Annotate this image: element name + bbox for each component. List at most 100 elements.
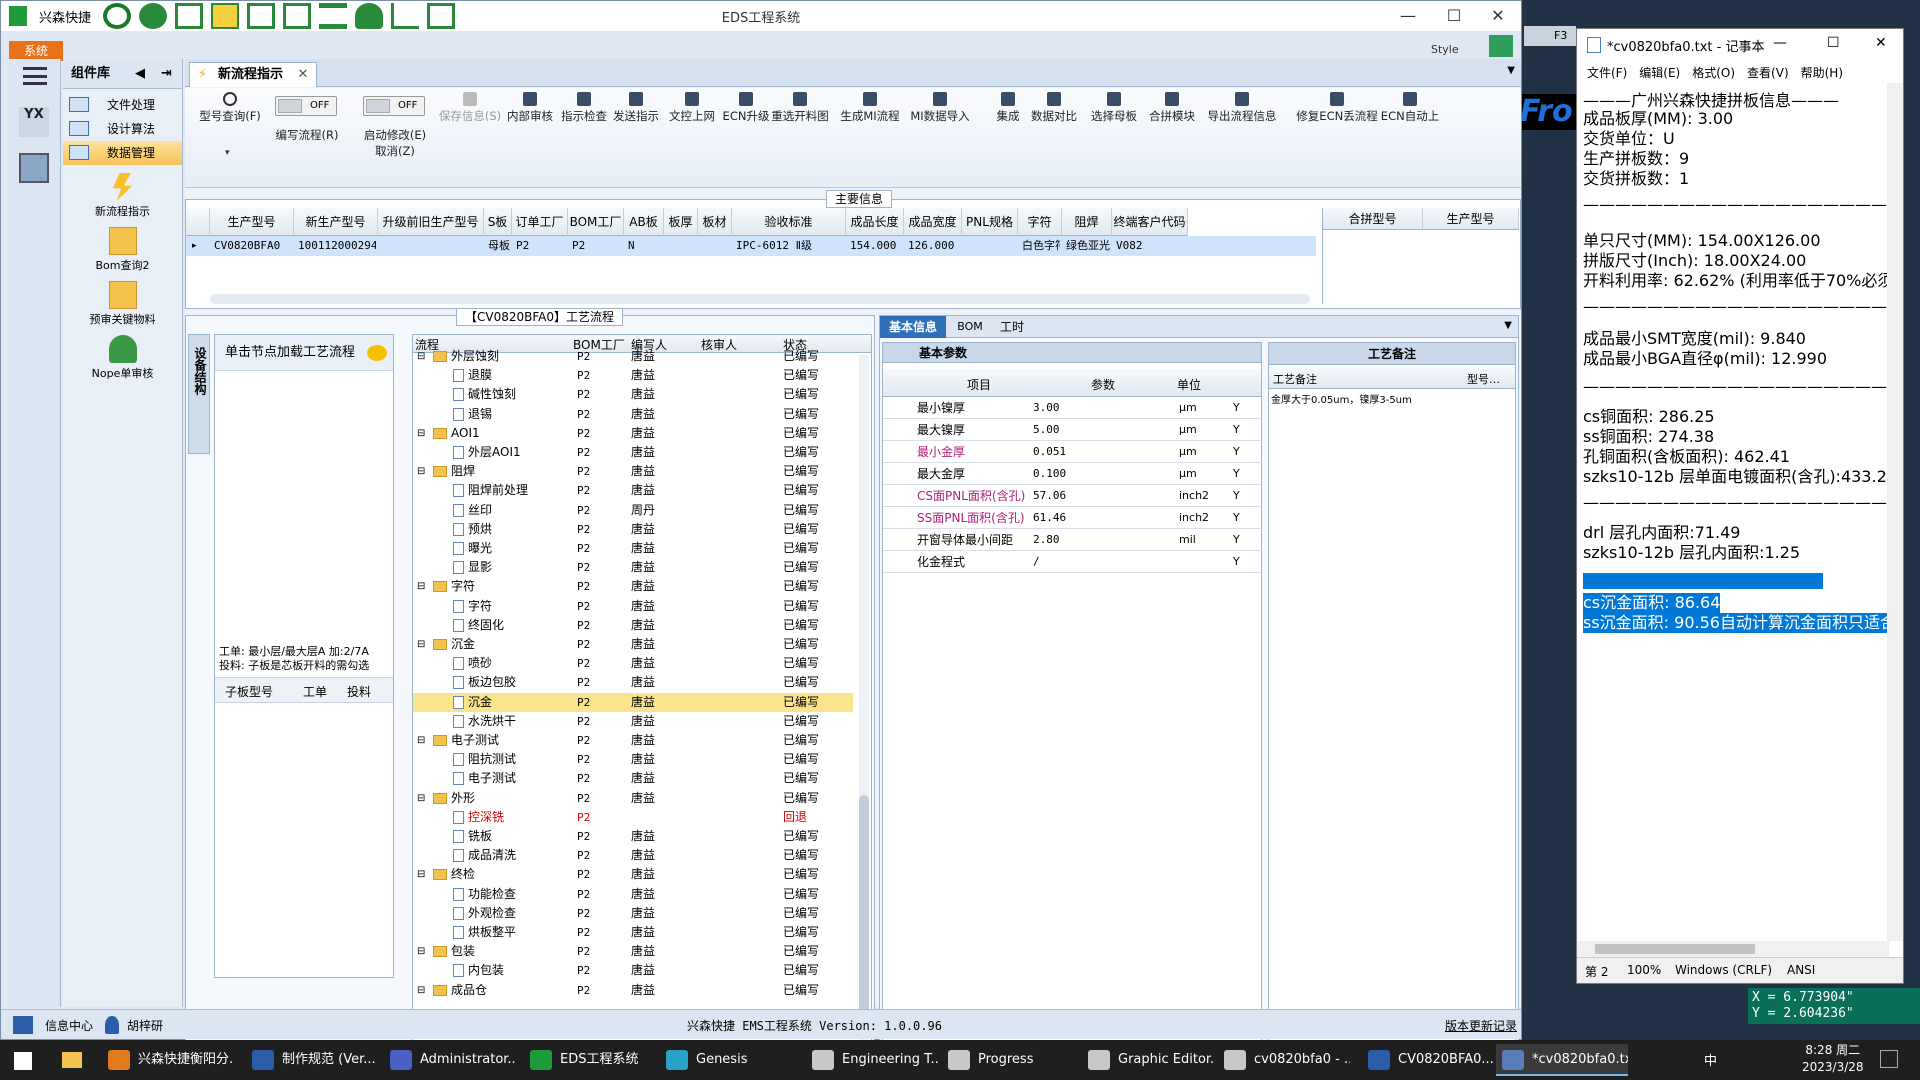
style-grid-icon[interactable] bbox=[1489, 35, 1513, 57]
table-row[interactable]: 预烘 P2 唐益 已编写 bbox=[413, 520, 853, 539]
table-row[interactable]: 电子测试 P2 唐益 已编写 bbox=[413, 769, 853, 788]
table-row[interactable]: ⊟ 电子测试 P2 唐益 已编写 bbox=[413, 731, 853, 750]
main-info-cell[interactable]: N bbox=[628, 236, 662, 256]
taskbar-app[interactable]: Administrator... bbox=[384, 1044, 516, 1076]
toolbar-button[interactable]: 修复ECN丢流程 bbox=[1295, 92, 1379, 124]
table-row[interactable]: ⊟ AOI1 P2 唐益 已编写 bbox=[413, 424, 853, 443]
horizontal-scrollbar[interactable] bbox=[210, 294, 1310, 304]
main-info-col[interactable]: 验收标准 bbox=[732, 208, 846, 236]
windows-start-icon[interactable] bbox=[14, 1052, 32, 1070]
table-row[interactable]: 控深铣 P2 回退 bbox=[413, 808, 853, 827]
vertical-scrollbar[interactable] bbox=[859, 355, 869, 1045]
expand-toggle-icon[interactable]: ⊟ bbox=[417, 942, 425, 961]
table-row[interactable]: 内包装 P2 唐益 已编写 bbox=[413, 961, 853, 980]
main-info-cell[interactable]: 154.000 bbox=[850, 236, 902, 256]
horizontal-scrollbar[interactable] bbox=[1577, 941, 1889, 957]
table-row[interactable]: 退锡 P2 唐益 已编写 bbox=[413, 405, 853, 424]
main-info-col[interactable]: S板 bbox=[484, 208, 512, 236]
close-button[interactable]: ✕ bbox=[1875, 35, 1887, 51]
table-row[interactable]: 外层AOI1 P2 唐益 已编写 bbox=[413, 443, 853, 462]
device-structure-tab[interactable]: 设备结构 bbox=[188, 334, 210, 454]
taskbar-app[interactable]: *cv0820bfa0.tx... bbox=[1496, 1044, 1628, 1076]
table-row[interactable]: ⊟ 包装 P2 唐益 已编写 bbox=[413, 942, 853, 961]
expand-toggle-icon[interactable]: ⊟ bbox=[417, 635, 425, 654]
table-row[interactable]: 终固化 P2 唐益 已编写 bbox=[413, 616, 853, 635]
main-info-col[interactable]: PNL规格 bbox=[962, 208, 1018, 236]
toolbar-button[interactable]: 重选开料图 bbox=[765, 92, 835, 124]
windows-grid-icon[interactable] bbox=[13, 1016, 33, 1034]
table-row[interactable]: ⊟ 阻焊 P2 唐益 已编写 bbox=[413, 462, 853, 481]
main-info-cell[interactable]: 126.000 bbox=[908, 236, 960, 256]
scrollbar-thumb[interactable] bbox=[1595, 944, 1755, 954]
table-row[interactable]: 功能检查 P2 唐益 已编写 bbox=[413, 885, 853, 904]
toolbar-button[interactable]: 生成MI流程 bbox=[835, 92, 905, 124]
table-row[interactable]: ⊟ 外层蚀刻 P2 唐益 已编写 bbox=[413, 347, 853, 366]
expand-toggle-icon[interactable]: ⊟ bbox=[417, 865, 425, 884]
main-info-cell[interactable]: 白色字符 bbox=[1022, 236, 1060, 256]
side-item-file[interactable]: 文件处理 bbox=[63, 93, 182, 117]
main-info-cell[interactable]: CV0820BFA0 bbox=[214, 236, 292, 256]
chevron-down-icon[interactable]: ▼ bbox=[1507, 65, 1515, 76]
table-row[interactable]: 退膜 P2 唐益 已编写 bbox=[413, 366, 853, 385]
table-row[interactable]: 字符 P2 唐益 已编写 bbox=[413, 597, 853, 616]
chevron-left-icon[interactable]: ◀ bbox=[135, 59, 145, 89]
dropdown-caret-icon[interactable]: ▾ bbox=[225, 148, 230, 158]
precheck-material-item[interactable]: 预审关键物料 bbox=[63, 281, 182, 327]
yx-icon[interactable]: YX bbox=[19, 107, 49, 137]
cancel-label[interactable]: 取消(Z) bbox=[355, 144, 435, 159]
hamburger-icon[interactable] bbox=[23, 67, 47, 85]
vertical-scrollbar[interactable] bbox=[1887, 83, 1903, 941]
table-row[interactable]: 铣板 P2 唐益 已编写 bbox=[413, 827, 853, 846]
toolbar-button[interactable]: ECN自动上 bbox=[1375, 92, 1445, 124]
main-info-cell[interactable]: 绿色亚光 bbox=[1066, 236, 1110, 256]
table-row[interactable]: 丝印 P2 周丹 已编写 bbox=[413, 501, 853, 520]
table-row[interactable]: 曝光 P2 唐益 已编写 bbox=[413, 539, 853, 558]
remark-text[interactable]: 金厚大于0.05um，镍厚3-5um bbox=[1271, 391, 1451, 406]
main-info-col[interactable]: 订单工厂 bbox=[512, 208, 568, 236]
table-row[interactable]: ⊟ 终检 P2 唐益 已编写 bbox=[413, 865, 853, 884]
menu-file[interactable]: 文件(F) bbox=[1587, 64, 1627, 81]
param-value[interactable]: 0.100 bbox=[1033, 463, 1133, 485]
main-info-cell[interactable]: 10011200029436 bbox=[298, 236, 376, 256]
main-info-col[interactable]: 新生产型号 bbox=[294, 208, 378, 236]
tab-bom[interactable]: BOM bbox=[950, 316, 990, 338]
param-value[interactable]: / bbox=[1033, 551, 1133, 573]
main-info-row[interactable]: ▸ CV0820BFA0 10011200029436 母板 P2 P2 N IPC-6012… bbox=[186, 236, 1316, 256]
param-row[interactable]: CS面PNL面积(含孔) 57.06 inch2 Y bbox=[883, 485, 1263, 507]
param-row[interactable]: 化金程式 / Y bbox=[883, 551, 1263, 573]
main-info-cell[interactable] bbox=[966, 236, 1016, 256]
expand-toggle-icon[interactable]: ⊟ bbox=[417, 462, 425, 481]
main-info-col[interactable]: 板材 bbox=[698, 208, 732, 236]
file-explorer-icon[interactable] bbox=[62, 1052, 82, 1068]
taskbar-app[interactable]: 制作规范 (Ver... bbox=[246, 1044, 378, 1076]
main-info-cell[interactable] bbox=[668, 236, 696, 256]
table-row[interactable]: ⊟ 沉金 P2 唐益 已编写 bbox=[413, 635, 853, 654]
taskbar-app[interactable]: Graphic Editor... bbox=[1082, 1044, 1214, 1076]
param-value[interactable]: 3.00 bbox=[1033, 397, 1133, 419]
scrollbar-thumb[interactable] bbox=[859, 795, 869, 1015]
start-modify-toggle[interactable]: OFF bbox=[363, 96, 425, 116]
main-info-cell[interactable]: P2 bbox=[516, 236, 566, 256]
menu-format[interactable]: 格式(O) bbox=[1692, 64, 1735, 81]
close-button[interactable]: ✕ bbox=[1475, 1, 1521, 31]
param-value[interactable]: 0.051 bbox=[1033, 441, 1133, 463]
main-info-col[interactable]: 字符 bbox=[1018, 208, 1062, 236]
main-info-col[interactable]: BOM工厂 bbox=[568, 208, 624, 236]
main-info-col[interactable]: 阻焊 bbox=[1062, 208, 1112, 236]
expand-toggle-icon[interactable]: ⊟ bbox=[417, 577, 425, 596]
taskbar-app[interactable]: Progress bbox=[942, 1044, 1074, 1076]
minimize-button[interactable]: — bbox=[1385, 1, 1431, 31]
main-info-col[interactable]: 板厚 bbox=[664, 208, 698, 236]
model-query-button[interactable]: 型号查询(F) bbox=[193, 92, 267, 124]
bom-query-item[interactable]: Bom查询2 bbox=[63, 227, 182, 273]
toolbar-button[interactable]: 导出流程信息 bbox=[1207, 92, 1277, 124]
expand-toggle-icon[interactable]: ⊟ bbox=[417, 347, 425, 366]
table-row[interactable]: 烘板整平 P2 唐益 已编写 bbox=[413, 923, 853, 942]
menu-edit[interactable]: 编辑(E) bbox=[1639, 64, 1680, 81]
maximize-button[interactable]: ☐ bbox=[1827, 35, 1840, 51]
param-value[interactable]: 5.00 bbox=[1033, 419, 1133, 441]
taskbar-app[interactable]: Engineering T... bbox=[806, 1044, 938, 1076]
main-info-cell[interactable] bbox=[382, 236, 482, 256]
main-info-col[interactable]: 生产型号 bbox=[210, 208, 294, 236]
tab-basic-info[interactable]: 基本信息 bbox=[880, 316, 946, 338]
